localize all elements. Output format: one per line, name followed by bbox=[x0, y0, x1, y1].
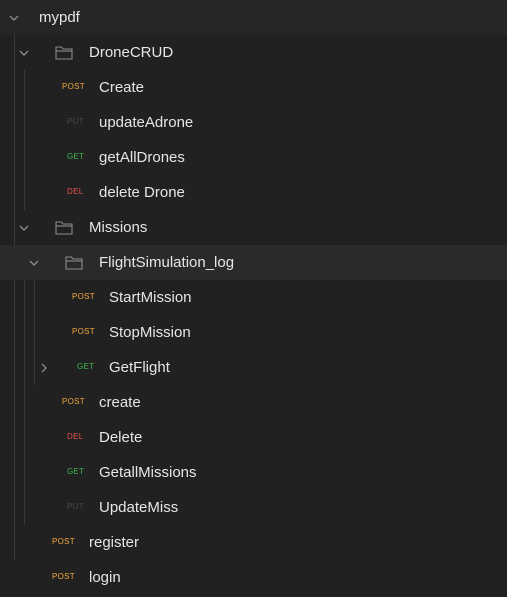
method-badge: PUT bbox=[67, 117, 84, 126]
method-badge: DEL bbox=[67, 187, 84, 196]
folder-name: DroneCRUD bbox=[89, 44, 174, 61]
request-row[interactable]: GET getAllDrones bbox=[0, 140, 507, 175]
request-row[interactable]: POST register bbox=[0, 525, 507, 560]
folder-icon bbox=[54, 35, 74, 70]
request-name: updateAdrone bbox=[99, 114, 194, 131]
chevron-down-icon[interactable] bbox=[6, 0, 22, 35]
folder-row-missions[interactable]: Missions bbox=[0, 210, 507, 245]
folder-row-dronecrud[interactable]: DroneCRUD bbox=[0, 35, 507, 70]
method-badge: POST bbox=[52, 537, 75, 546]
request-name: UpdateMiss bbox=[99, 499, 179, 516]
method-badge: GET bbox=[67, 152, 85, 161]
request-name: Create bbox=[99, 79, 145, 96]
folder-icon bbox=[54, 210, 74, 245]
request-name: GetallMissions bbox=[99, 464, 197, 481]
request-row[interactable]: POST Create bbox=[0, 70, 507, 105]
request-name: Delete bbox=[99, 429, 143, 446]
chevron-down-icon[interactable] bbox=[16, 210, 32, 245]
folder-row-flightsimulation-log[interactable]: FlightSimulation_log bbox=[0, 245, 507, 280]
folder-icon bbox=[64, 245, 84, 280]
request-row[interactable]: PUT updateAdrone bbox=[0, 105, 507, 140]
collection-tree: mypdf DroneCRUD POST Create PUT updateAd… bbox=[0, 0, 507, 597]
request-row[interactable]: POST login bbox=[0, 560, 507, 595]
workspace-name: mypdf bbox=[39, 9, 80, 26]
chevron-down-icon[interactable] bbox=[26, 245, 42, 280]
method-badge: POST bbox=[62, 397, 85, 406]
request-name: StopMission bbox=[109, 324, 191, 341]
request-row[interactable]: DEL Delete bbox=[0, 420, 507, 455]
chevron-down-icon[interactable] bbox=[16, 35, 32, 70]
method-badge: GET bbox=[77, 362, 95, 371]
request-row[interactable]: PUT UpdateMiss bbox=[0, 490, 507, 525]
request-name: GetFlight bbox=[109, 359, 170, 376]
chevron-right-icon[interactable] bbox=[36, 350, 52, 385]
workspace-row[interactable]: mypdf bbox=[0, 0, 507, 35]
request-name: StartMission bbox=[109, 289, 192, 306]
request-row[interactable]: DEL delete Drone bbox=[0, 175, 507, 210]
method-badge: POST bbox=[72, 292, 95, 301]
method-badge: GET bbox=[67, 467, 85, 476]
method-badge: DEL bbox=[67, 432, 84, 441]
request-row[interactable]: POST StartMission bbox=[0, 280, 507, 315]
folder-name: FlightSimulation_log bbox=[99, 254, 235, 271]
request-name: delete Drone bbox=[99, 184, 185, 201]
request-row[interactable]: POST create bbox=[0, 385, 507, 420]
method-badge: PUT bbox=[67, 502, 84, 511]
method-badge: POST bbox=[72, 327, 95, 336]
request-row[interactable]: GET GetFlight bbox=[0, 350, 507, 385]
request-row[interactable]: GET GetallMissions bbox=[0, 455, 507, 490]
folder-name: Missions bbox=[89, 219, 148, 236]
request-name: login bbox=[89, 569, 121, 586]
request-name: register bbox=[89, 534, 140, 551]
request-name: create bbox=[99, 394, 141, 411]
method-badge: POST bbox=[52, 572, 75, 581]
method-badge: POST bbox=[62, 82, 85, 91]
request-name: getAllDrones bbox=[99, 149, 185, 166]
request-row[interactable]: POST StopMission bbox=[0, 315, 507, 350]
